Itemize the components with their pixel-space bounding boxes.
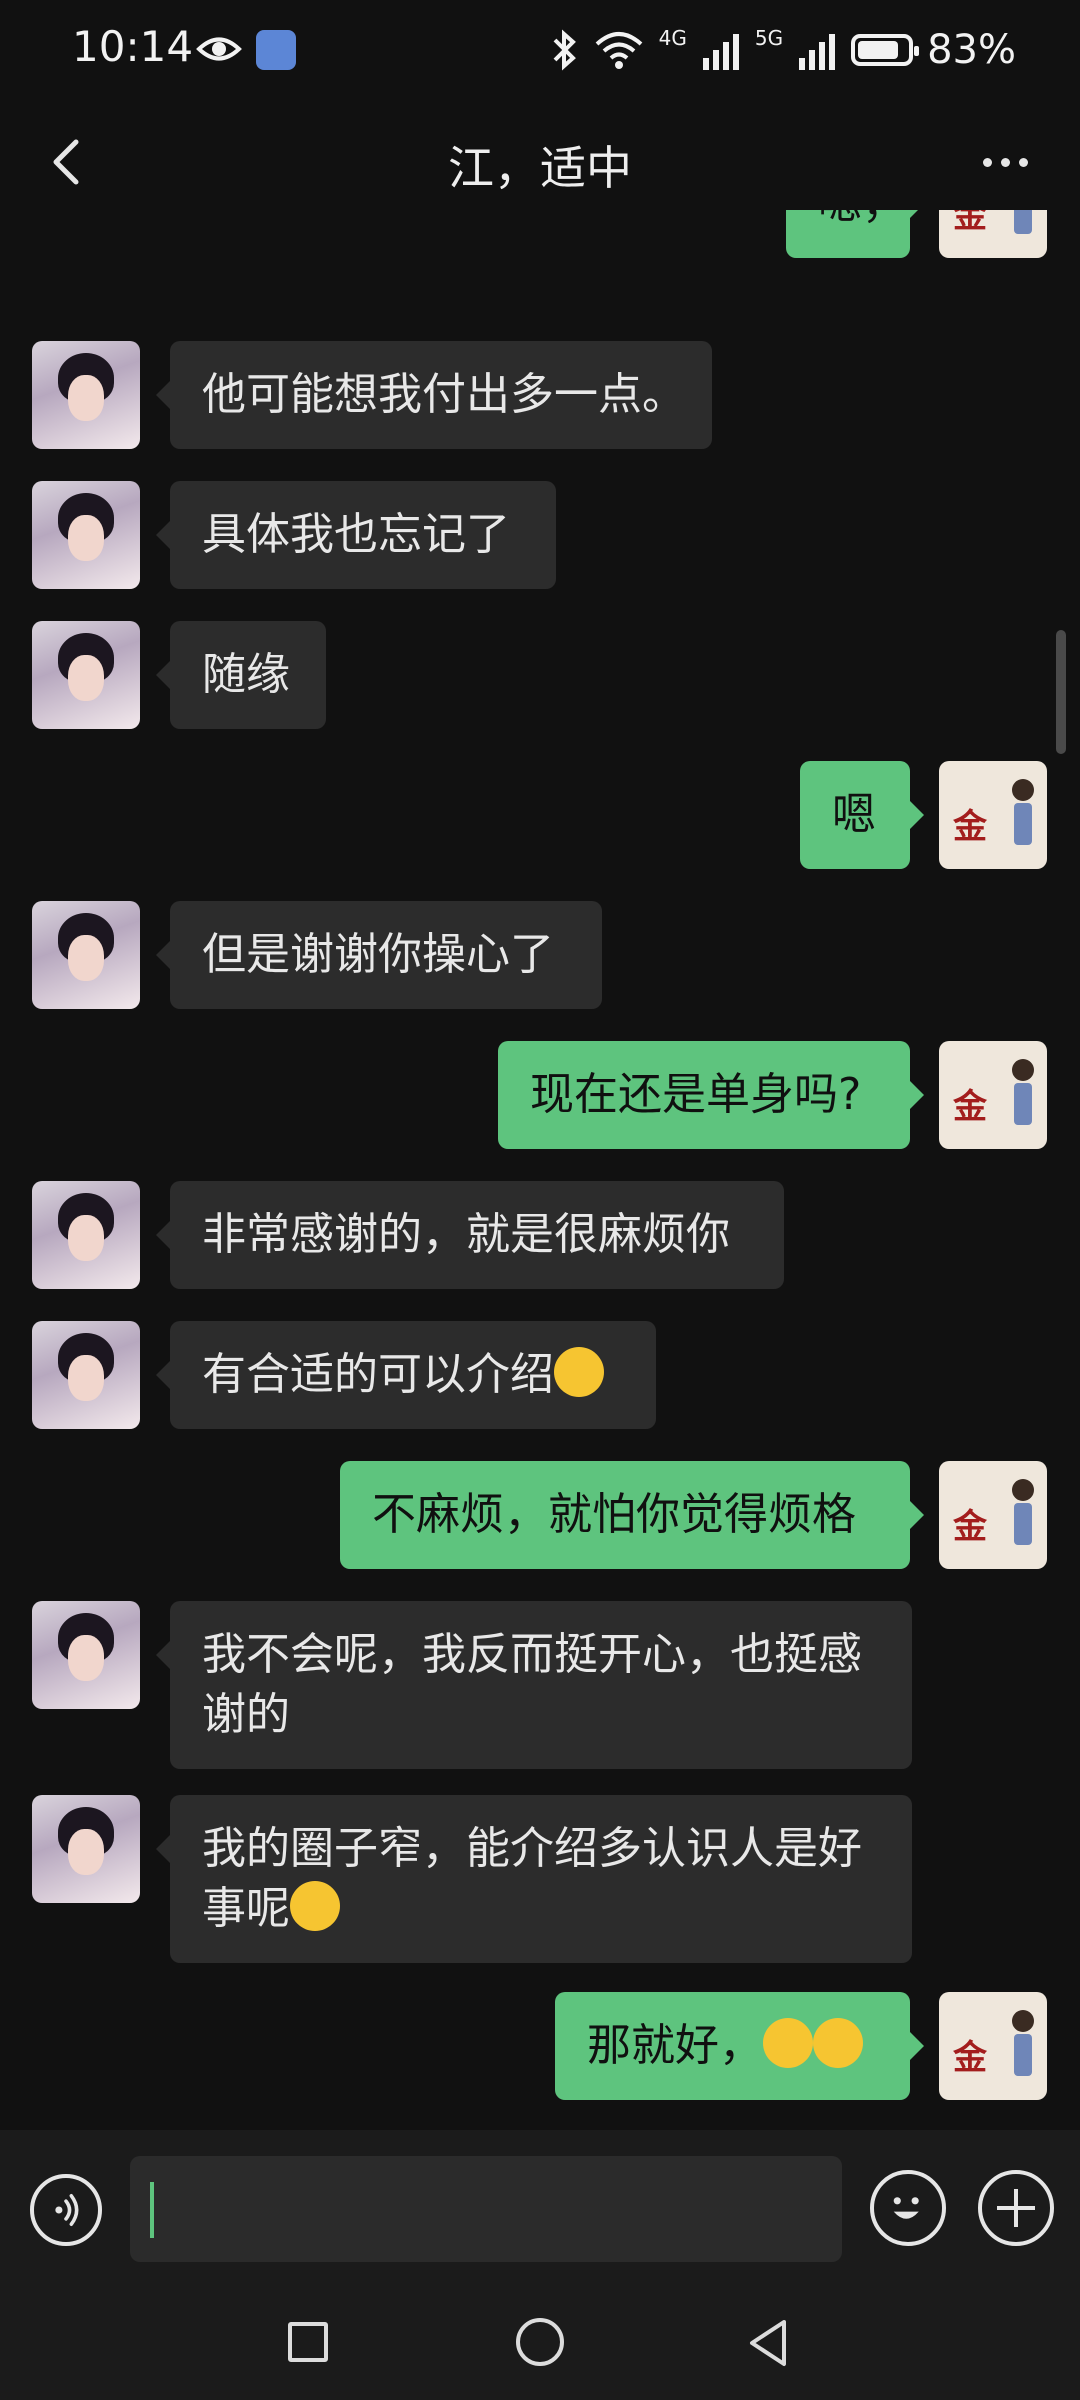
incoming-message[interactable]: 我的圈子窄，能介绍多认识人是好事呢 xyxy=(156,1795,912,1963)
emoji-icon[interactable] xyxy=(870,2170,946,2246)
status-bar: 10:14 4G 5G 83% xyxy=(0,0,1080,100)
my-avatar[interactable]: 金 xyxy=(939,761,1047,869)
signal-icon xyxy=(702,34,739,70)
message-row: 金 那就好， xyxy=(0,1992,1080,2100)
avatar-text: 金 xyxy=(953,807,987,847)
avatar-figure xyxy=(1009,1479,1035,1549)
my-avatar[interactable]: 金 xyxy=(939,210,1047,258)
message-row: 非常感谢的，就是很麻烦你 xyxy=(0,1181,1080,1289)
network-5g-label: 5G xyxy=(754,26,784,50)
outgoing-message[interactable]: 现在还是单身吗? xyxy=(498,1041,924,1149)
message-text: 我不会呢，我反而挺开心，也挺感谢的 xyxy=(202,1629,862,1740)
message-row: 具体我也忘记了 xyxy=(0,481,1080,589)
incoming-message[interactable]: 具体我也忘记了 xyxy=(156,481,556,589)
signal-icon xyxy=(799,34,836,70)
contact-avatar[interactable] xyxy=(32,621,140,729)
contact-avatar[interactable] xyxy=(32,1321,140,1429)
message-text: 他可能想我付出多一点。 xyxy=(202,369,686,420)
text-caret xyxy=(150,2182,154,2238)
battery-percent: 83% xyxy=(927,27,1016,73)
bluetooth-icon xyxy=(553,29,576,71)
smiling-emoji xyxy=(290,1881,340,1931)
avatar-figure xyxy=(1009,210,1035,238)
incoming-message[interactable]: 有合适的可以介绍 xyxy=(156,1321,656,1429)
message-text: 随缘 xyxy=(202,649,290,700)
message-row: 金 不麻烦，就怕你觉得烦格 xyxy=(0,1461,1080,1569)
message-text: 不麻烦，就怕你觉得烦格 xyxy=(372,1489,856,1540)
contact-avatar[interactable] xyxy=(32,901,140,1009)
avatar-figure xyxy=(1009,1059,1035,1129)
contact-avatar[interactable] xyxy=(32,1181,140,1289)
contact-avatar[interactable] xyxy=(32,1795,140,1903)
avatar-text: 金 xyxy=(953,210,987,236)
outgoing-message[interactable]: 那就好， xyxy=(555,1992,924,2100)
outgoing-message[interactable]: 嗯 xyxy=(800,761,924,869)
message-row: 我不会呢，我反而挺开心，也挺感谢的 xyxy=(0,1601,1080,1769)
battery-fill xyxy=(858,41,899,59)
message-list[interactable]: 金嗯，他可能想我付出多一点。具体我也忘记了随缘金嗯但是谢谢你操心了金现在还是单身… xyxy=(0,210,1080,2130)
plus-icon[interactable] xyxy=(978,2170,1054,2246)
message-row: 金 现在还是单身吗? xyxy=(0,1041,1080,1149)
battery-icon xyxy=(851,34,920,66)
avatar-text: 金 xyxy=(953,1507,987,1547)
incoming-message[interactable]: 但是谢谢你操心了 xyxy=(156,901,602,1009)
system-nav-bar xyxy=(0,2290,1080,2400)
chat-title: 江，适中 xyxy=(448,141,632,195)
incoming-message[interactable]: 非常感谢的，就是很麻烦你 xyxy=(156,1181,784,1289)
my-avatar[interactable]: 金 xyxy=(939,1992,1047,2100)
incoming-message[interactable]: 随缘 xyxy=(156,621,326,729)
status-indicators: 4G 5G 83% xyxy=(551,22,1016,78)
circle-icon[interactable] xyxy=(516,2318,564,2366)
avatar-figure xyxy=(1009,779,1035,849)
network-4g-label: 4G xyxy=(658,26,687,50)
voice-icon[interactable] xyxy=(30,2174,102,2246)
outgoing-message[interactable]: 嗯， xyxy=(786,210,924,258)
message-row: 有合适的可以介绍 xyxy=(0,1321,1080,1429)
message-row: 他可能想我付出多一点。 xyxy=(0,341,1080,449)
wifi-icon xyxy=(595,32,642,69)
outgoing-message[interactable]: 不麻烦，就怕你觉得烦格 xyxy=(340,1461,924,1569)
contact-avatar[interactable] xyxy=(32,341,140,449)
message-row: 金 嗯， xyxy=(0,210,1080,258)
message-text: 非常感谢的，就是很麻烦你 xyxy=(202,1209,730,1260)
message-text: 嗯， xyxy=(818,210,906,229)
more-icon[interactable] xyxy=(970,130,1040,194)
grinning-emoji xyxy=(763,2018,813,2068)
message-text: 有合适的可以介绍 xyxy=(202,1349,554,1400)
my-avatar[interactable]: 金 xyxy=(939,1461,1047,1569)
triangle-back-icon[interactable] xyxy=(744,2316,794,2370)
incoming-message[interactable]: 我不会呢，我反而挺开心，也挺感谢的 xyxy=(156,1601,912,1769)
message-row: 我的圈子窄，能介绍多认识人是好事呢 xyxy=(0,1795,1080,1963)
chat-header: 江，适中 xyxy=(0,110,1080,210)
message-input[interactable] xyxy=(130,2156,842,2262)
avatar-text: 金 xyxy=(953,1087,987,1127)
message-row: 金嗯 xyxy=(0,761,1080,869)
message-text: 嗯 xyxy=(832,789,876,840)
laughing-crying-emoji xyxy=(554,1347,604,1397)
input-bar xyxy=(0,2130,1080,2290)
message-text: 具体我也忘记了 xyxy=(202,509,510,560)
incoming-message[interactable]: 他可能想我付出多一点。 xyxy=(156,341,712,449)
my-avatar[interactable]: 金 xyxy=(939,1041,1047,1149)
contact-avatar[interactable] xyxy=(32,1601,140,1709)
avatar-figure xyxy=(1009,2010,1035,2080)
avatar-text: 金 xyxy=(953,2038,987,2078)
eye-icon xyxy=(196,37,242,61)
contact-avatar[interactable] xyxy=(32,481,140,589)
app-notification-icon xyxy=(256,30,296,70)
message-text: 现在还是单身吗? xyxy=(530,1069,862,1120)
status-time: 10:14 xyxy=(72,22,194,71)
square-icon[interactable] xyxy=(288,2322,328,2362)
message-row: 但是谢谢你操心了 xyxy=(0,901,1080,1009)
message-text: 但是谢谢你操心了 xyxy=(202,929,554,980)
message-text: 那就好， xyxy=(587,2020,763,2071)
grinning-emoji xyxy=(813,2018,863,2068)
message-row: 随缘 xyxy=(0,621,1080,729)
